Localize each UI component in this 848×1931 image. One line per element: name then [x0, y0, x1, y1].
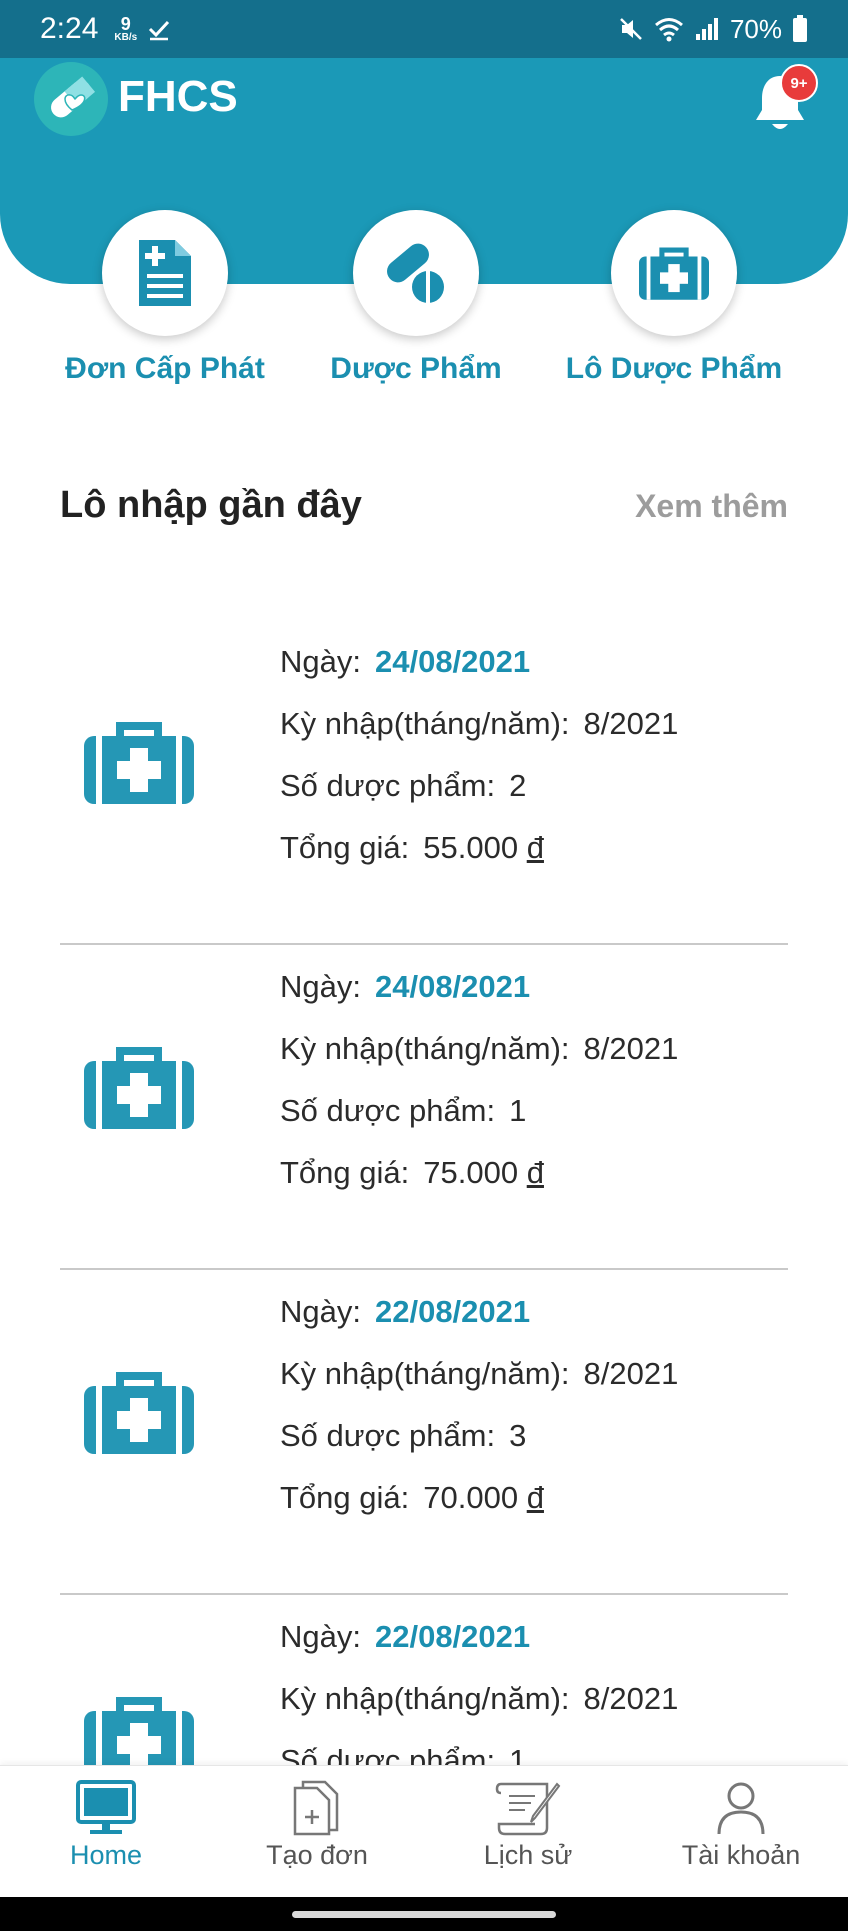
action-medicine-label: Dược Phẩm — [330, 352, 502, 385]
status-right: 70% — [618, 14, 808, 45]
action-prescription-circle[interactable] — [102, 210, 228, 336]
wifi-icon — [654, 18, 683, 42]
medical-kit-icon — [84, 722, 194, 804]
batch-period-row: Kỳ nhập(tháng/năm): 8/2021 — [280, 1031, 678, 1067]
batch-count-row: Số dược phẩm: 1 — [280, 1093, 526, 1129]
monitor-icon — [76, 1780, 136, 1834]
battery-percent: 70% — [729, 13, 782, 44]
batch-count-row: Số dược phẩm: 3 — [280, 1418, 526, 1454]
notification-badge: 9+ — [780, 64, 818, 102]
batch-date: 22/08/2021 — [374, 1619, 531, 1654]
action-medicine-circle[interactable] — [353, 210, 479, 336]
period-label: Kỳ nhập(tháng/năm): — [280, 1356, 570, 1391]
nav-account[interactable]: Tài khoản — [641, 1780, 841, 1871]
total-label: Tổng giá: — [280, 1480, 410, 1515]
pill-heart-logo-icon — [51, 76, 96, 118]
nav-account-label: Tài khoản — [681, 1840, 801, 1870]
medical-kit-icon — [84, 1047, 194, 1129]
home-gesture-bar[interactable] — [292, 1911, 556, 1918]
period-label: Kỳ nhập(tháng/năm): — [280, 1681, 570, 1716]
batch-date-row: Ngày: 22/08/2021 — [280, 1619, 530, 1655]
period-label: Kỳ nhập(tháng/năm): — [280, 1031, 570, 1066]
count-label: Số dược phẩm: — [280, 1418, 496, 1453]
count-label: Số dược phẩm: — [280, 768, 496, 803]
batch-total-row: Tổng giá: 70.000 đ — [280, 1480, 544, 1516]
app-logo — [34, 62, 108, 136]
recent-batches-list: Ngày: 24/08/2021 Kỳ nhập(tháng/năm): 8/202… — [60, 620, 788, 1920]
batch-count: 2 — [509, 768, 527, 803]
currency-symbol: đ — [526, 830, 544, 865]
total-label: Tổng giá: — [280, 1155, 410, 1190]
currency-symbol: đ — [526, 1155, 544, 1190]
nav-create-order[interactable]: Tạo đơn — [217, 1780, 417, 1871]
period-label: Kỳ nhập(tháng/năm): — [280, 706, 570, 741]
user-icon — [717, 1782, 765, 1835]
date-label: Ngày: — [280, 1294, 361, 1329]
list-item[interactable]: Ngày: 24/08/2021 Kỳ nhập(tháng/năm): 8/202… — [60, 945, 788, 1270]
app-screen: 2:24 9 KB/s 70% FHCS 9+ Đơn Cấp Phát Dượ… — [0, 0, 848, 1931]
batch-total: 75.000 — [423, 1155, 519, 1190]
nav-home[interactable]: Home — [6, 1780, 206, 1871]
nav-create-order-label: Tạo đơn — [266, 1840, 368, 1870]
network-speed: 9 KB/s — [114, 15, 137, 43]
status-left: 2:24 9 KB/s — [40, 12, 171, 46]
batch-date-row: Ngày: 24/08/2021 — [280, 969, 530, 1005]
date-label: Ngày: — [280, 969, 361, 1004]
batch-count: 3 — [509, 1418, 527, 1453]
batch-period: 8/2021 — [583, 1681, 679, 1716]
batch-total: 70.000 — [423, 1480, 519, 1515]
count-label: Số dược phẩm: — [280, 1093, 496, 1128]
date-label: Ngày: — [280, 1619, 361, 1654]
scroll-history-icon — [495, 1782, 561, 1836]
action-medicine[interactable]: Dược Phẩm — [301, 210, 531, 386]
batch-total: 55.000 — [423, 830, 519, 865]
list-item[interactable]: Ngày: 22/08/2021 Kỳ nhập(tháng/năm): 8/202… — [60, 1270, 788, 1595]
action-medicine-batch[interactable]: Lô Dược Phẩm — [559, 210, 789, 386]
network-speed-unit: KB/s — [114, 32, 138, 43]
app-title: FHCS — [118, 72, 238, 121]
action-prescription[interactable]: Đơn Cấp Phát — [50, 210, 280, 386]
batch-period: 8/2021 — [583, 706, 679, 741]
nav-home-label: Home — [69, 1840, 143, 1870]
status-time: 2:24 — [40, 12, 99, 45]
mute-icon — [620, 18, 642, 40]
medical-kit-icon — [84, 1372, 194, 1454]
batch-count: 1 — [509, 1093, 527, 1128]
battery-icon — [793, 15, 807, 42]
nav-history-label: Lịch sử — [483, 1840, 573, 1870]
action-prescription-label: Đơn Cấp Phát — [65, 352, 265, 385]
network-speed-value: 9 — [120, 14, 131, 34]
batch-date-row: Ngày: 22/08/2021 — [280, 1294, 530, 1330]
status-bar: 2:24 9 KB/s 70% — [0, 0, 848, 58]
batch-period-row: Kỳ nhập(tháng/năm): 8/2021 — [280, 1681, 678, 1717]
pills-icon — [387, 243, 444, 303]
currency-symbol: đ — [526, 1480, 544, 1515]
batch-date: 24/08/2021 — [374, 644, 531, 679]
batch-date: 22/08/2021 — [374, 1294, 531, 1329]
new-document-icon — [293, 1780, 339, 1836]
date-label: Ngày: — [280, 644, 361, 679]
batch-date-row: Ngày: 24/08/2021 — [280, 644, 530, 680]
total-label: Tổng giá: — [280, 830, 410, 865]
list-item[interactable]: Ngày: 24/08/2021 Kỳ nhập(tháng/năm): 8/202… — [60, 620, 788, 945]
medical-kit-icon — [639, 247, 709, 300]
signal-icon — [695, 18, 718, 40]
nav-history[interactable]: Lịch sử — [428, 1780, 628, 1871]
batch-total-row: Tổng giá: 75.000 đ — [280, 1155, 544, 1191]
batch-period-row: Kỳ nhập(tháng/năm): 8/2021 — [280, 1356, 678, 1392]
prescription-document-icon — [139, 240, 191, 306]
batch-period-row: Kỳ nhập(tháng/năm): 8/2021 — [280, 706, 678, 742]
bottom-nav: Home Tạo đơn Lịch sử Tài khoản — [0, 1765, 848, 1897]
action-medicine-batch-circle[interactable] — [611, 210, 737, 336]
check-icon — [149, 20, 170, 41]
recent-batches-title: Lô nhập gần đây — [60, 484, 362, 526]
batch-count-row: Số dược phẩm: 2 — [280, 768, 526, 804]
batch-period: 8/2021 — [583, 1356, 679, 1391]
batch-period: 8/2021 — [583, 1031, 679, 1066]
batch-total-row: Tổng giá: 55.000 đ — [280, 830, 544, 866]
batch-date: 24/08/2021 — [374, 969, 531, 1004]
action-medicine-batch-label: Lô Dược Phẩm — [565, 352, 783, 385]
see-more-link[interactable]: Xem thêm — [635, 488, 788, 525]
